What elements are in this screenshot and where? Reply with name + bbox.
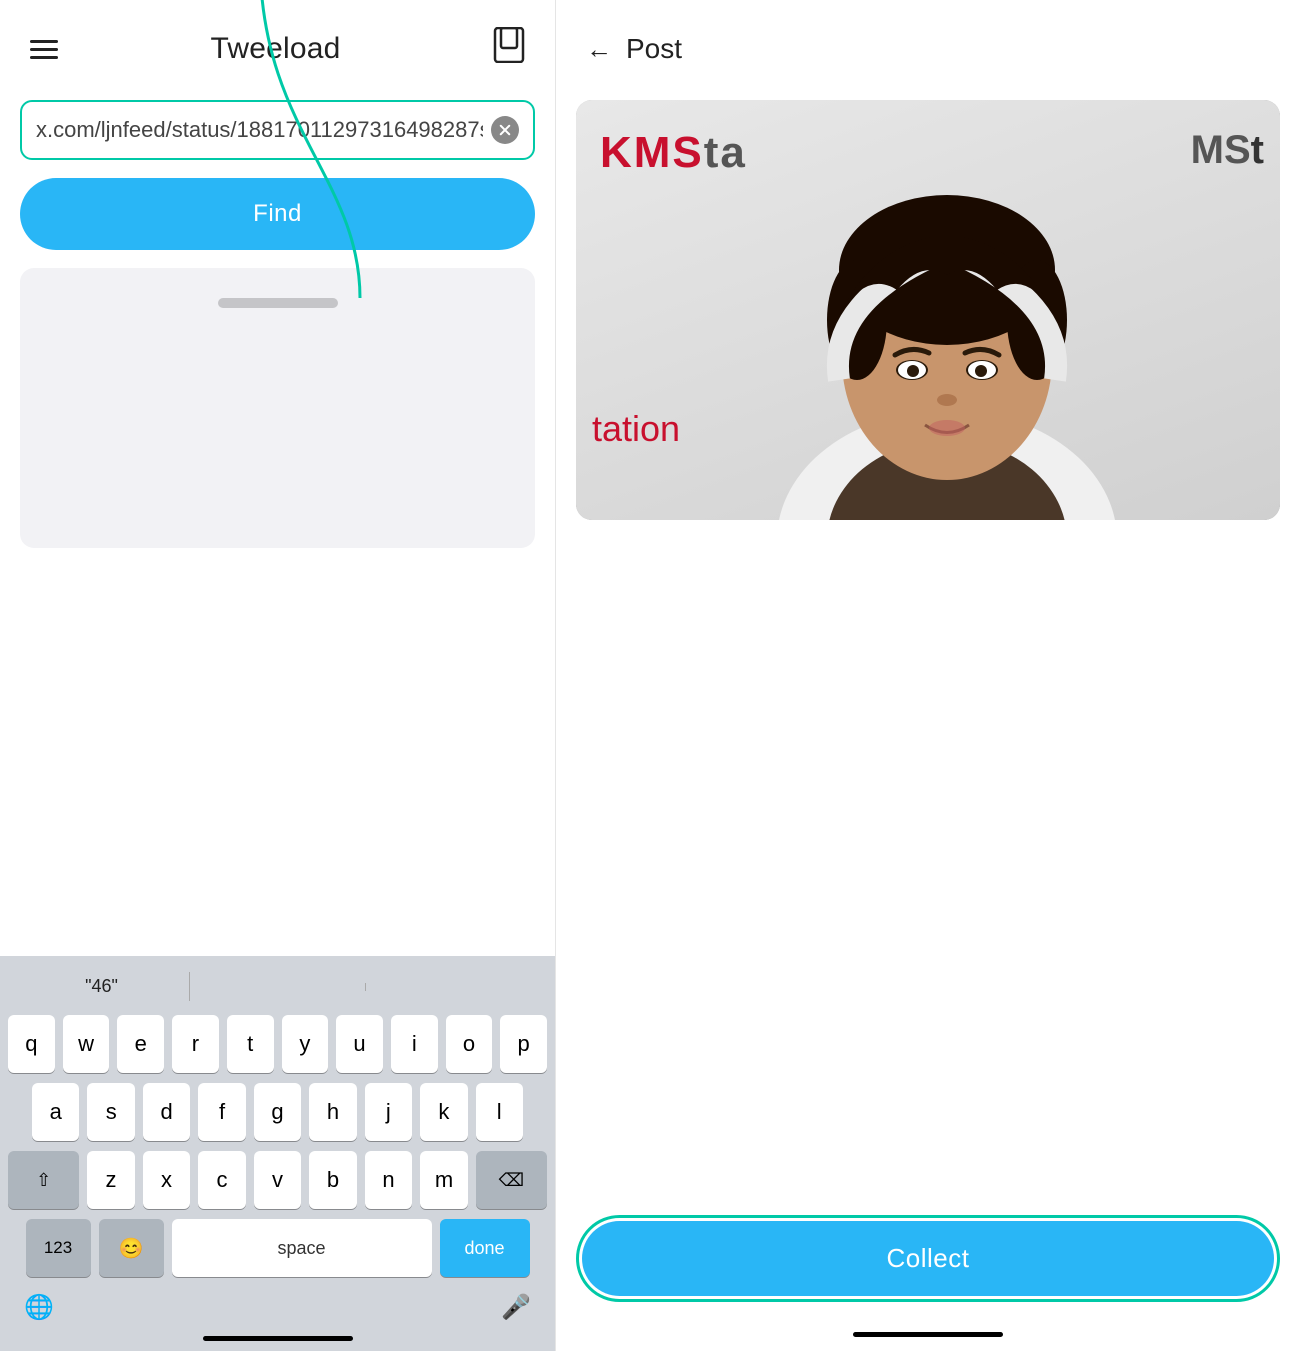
- key-m[interactable]: m: [420, 1151, 468, 1209]
- key-e[interactable]: e: [117, 1015, 164, 1073]
- key-done[interactable]: done: [440, 1219, 530, 1277]
- key-emoji[interactable]: 😊: [99, 1219, 164, 1277]
- collect-button-wrapper: Collect: [576, 1215, 1280, 1302]
- right-spacer: [556, 530, 1300, 906]
- keyboard: "46" q w e r t y u i o p a s: [0, 956, 555, 1351]
- key-backspace[interactable]: ⌫: [476, 1151, 547, 1209]
- key-o[interactable]: o: [446, 1015, 493, 1073]
- key-j[interactable]: j: [365, 1083, 412, 1141]
- sign-text-bottom: tation: [592, 408, 680, 450]
- bookmark-icon[interactable]: [493, 27, 525, 71]
- key-a[interactable]: a: [32, 1083, 79, 1141]
- key-numbers[interactable]: 123: [26, 1219, 91, 1277]
- key-row-2: a s d f g h j k l: [8, 1083, 547, 1141]
- left-header: Tweeload: [0, 0, 555, 90]
- content-bar: [218, 298, 338, 308]
- key-s[interactable]: s: [87, 1083, 134, 1141]
- keyboard-bottom-bar: 🌐 🎤: [4, 1283, 551, 1336]
- key-c[interactable]: c: [198, 1151, 246, 1209]
- keyboard-suggestion-bar: "46": [4, 966, 551, 1009]
- post-image-placeholder: KMSta MSt tation: [576, 100, 1280, 520]
- right-panel: ← Post KMSta MSt tation: [555, 0, 1300, 1351]
- key-z[interactable]: z: [87, 1151, 135, 1209]
- key-h[interactable]: h: [309, 1083, 356, 1141]
- sign-text-right: MSt: [1191, 128, 1264, 173]
- key-n[interactable]: n: [365, 1151, 413, 1209]
- url-input[interactable]: [36, 117, 483, 143]
- collect-button[interactable]: Collect: [582, 1221, 1274, 1296]
- person-illustration: [757, 160, 1137, 520]
- key-r[interactable]: r: [172, 1015, 219, 1073]
- key-t[interactable]: t: [227, 1015, 274, 1073]
- app-title: Tweeload: [210, 32, 340, 66]
- content-area: [20, 268, 535, 548]
- key-q[interactable]: q: [8, 1015, 55, 1073]
- sign-text-left: KMSta: [600, 128, 747, 178]
- key-space[interactable]: space: [172, 1219, 432, 1277]
- suggestion-item-2: [190, 983, 366, 991]
- key-b[interactable]: b: [309, 1151, 357, 1209]
- clear-icon[interactable]: [491, 116, 519, 144]
- post-image-container: KMSta MSt tation: [576, 100, 1280, 520]
- url-input-container: [20, 100, 535, 160]
- key-k[interactable]: k: [420, 1083, 467, 1141]
- key-d[interactable]: d: [143, 1083, 190, 1141]
- key-row-1: q w e r t y u i o p: [8, 1015, 547, 1073]
- suggestion-item[interactable]: "46": [14, 972, 190, 1001]
- find-button[interactable]: Find: [20, 178, 535, 250]
- keyboard-rows: q w e r t y u i o p a s d f g h j k: [4, 1009, 551, 1283]
- key-u[interactable]: u: [336, 1015, 383, 1073]
- key-g[interactable]: g: [254, 1083, 301, 1141]
- key-row-3: ⇧ z x c v b n m ⌫: [8, 1151, 547, 1209]
- globe-icon[interactable]: 🌐: [24, 1293, 54, 1322]
- mic-icon[interactable]: 🎤: [501, 1293, 531, 1322]
- find-button-container: Find: [20, 178, 535, 250]
- suggestion-item-3: [366, 983, 541, 991]
- home-indicator-right: [853, 1332, 1003, 1337]
- key-y[interactable]: y: [282, 1015, 329, 1073]
- key-f[interactable]: f: [198, 1083, 245, 1141]
- post-title: Post: [626, 33, 682, 65]
- hamburger-menu-icon[interactable]: [30, 40, 58, 59]
- key-w[interactable]: w: [63, 1015, 110, 1073]
- key-p[interactable]: p: [500, 1015, 547, 1073]
- key-shift[interactable]: ⇧: [8, 1151, 79, 1209]
- collect-area: Collect: [556, 906, 1300, 1332]
- key-row-4: 123 😊 space done: [8, 1219, 547, 1277]
- key-l[interactable]: l: [476, 1083, 523, 1141]
- home-indicator-left: [203, 1336, 353, 1341]
- key-x[interactable]: x: [143, 1151, 191, 1209]
- key-v[interactable]: v: [254, 1151, 302, 1209]
- right-header: ← Post: [556, 0, 1300, 90]
- back-arrow-icon[interactable]: ←: [586, 34, 612, 65]
- key-i[interactable]: i: [391, 1015, 438, 1073]
- left-panel: Tweeload Find "46": [0, 0, 555, 1351]
